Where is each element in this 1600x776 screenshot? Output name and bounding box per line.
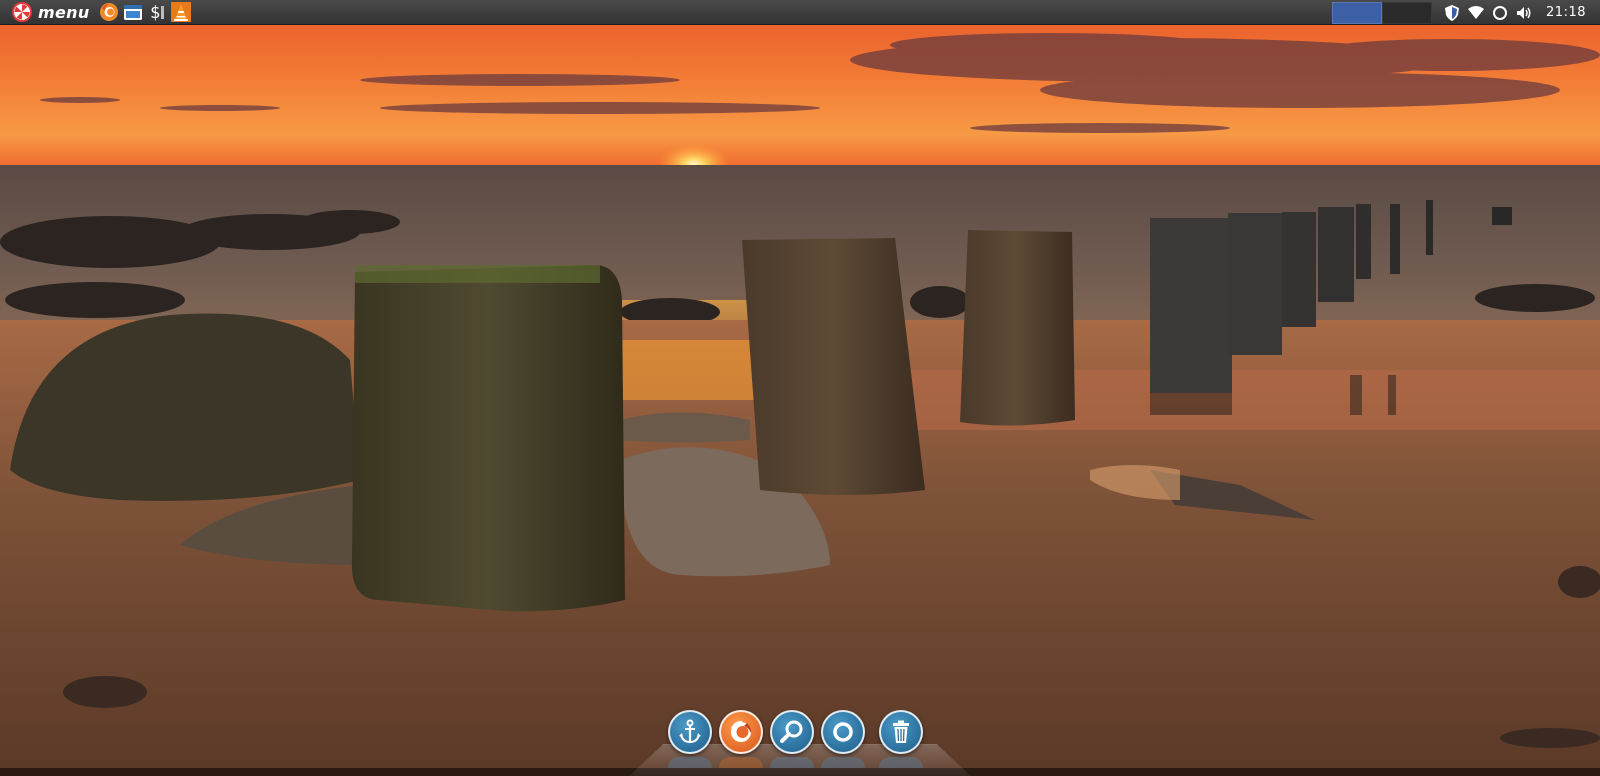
menu-label: menu: [38, 2, 90, 22]
top-panel: menu $ 21:18: [0, 0, 1600, 25]
dock-item-trash[interactable]: [879, 710, 923, 754]
dock-reflection: [668, 757, 930, 768]
system-tray: 21:18: [1332, 0, 1600, 25]
shield-icon[interactable]: [1442, 3, 1462, 23]
desktop-wallpaper: [0, 0, 1600, 768]
launcher-terminal[interactable]: $: [147, 2, 168, 23]
launcher-firefox[interactable]: [99, 2, 120, 23]
anchor-icon: [679, 719, 701, 744]
menu-logo-icon: [12, 2, 32, 22]
circle-icon[interactable]: [1490, 3, 1510, 23]
launcher-file-manager[interactable]: [123, 2, 144, 23]
clock[interactable]: 21:18: [1546, 5, 1586, 20]
vlc-icon: [171, 2, 192, 22]
dock-item-firefox[interactable]: [719, 710, 763, 754]
workspace-2[interactable]: [1382, 2, 1433, 24]
search-icon: [780, 720, 803, 743]
firefox-icon: [100, 3, 119, 21]
file-manager-icon: [124, 5, 143, 20]
workspace-1[interactable]: [1332, 2, 1383, 24]
dock: [668, 708, 930, 756]
terminal-icon: $: [150, 3, 165, 22]
wifi-icon[interactable]: [1466, 3, 1486, 23]
dock-item-search[interactable]: [770, 710, 814, 754]
trash-icon: [893, 720, 909, 743]
launcher-vlc[interactable]: [171, 2, 192, 23]
dock-item-anchor[interactable]: [668, 710, 712, 754]
firefox-icon: [731, 720, 752, 742]
volume-icon[interactable]: [1514, 3, 1534, 23]
menu-button[interactable]: menu: [0, 0, 96, 25]
ring-icon: [833, 722, 853, 742]
dock-item-ring[interactable]: [821, 710, 865, 754]
svg-text:$: $: [150, 3, 160, 22]
